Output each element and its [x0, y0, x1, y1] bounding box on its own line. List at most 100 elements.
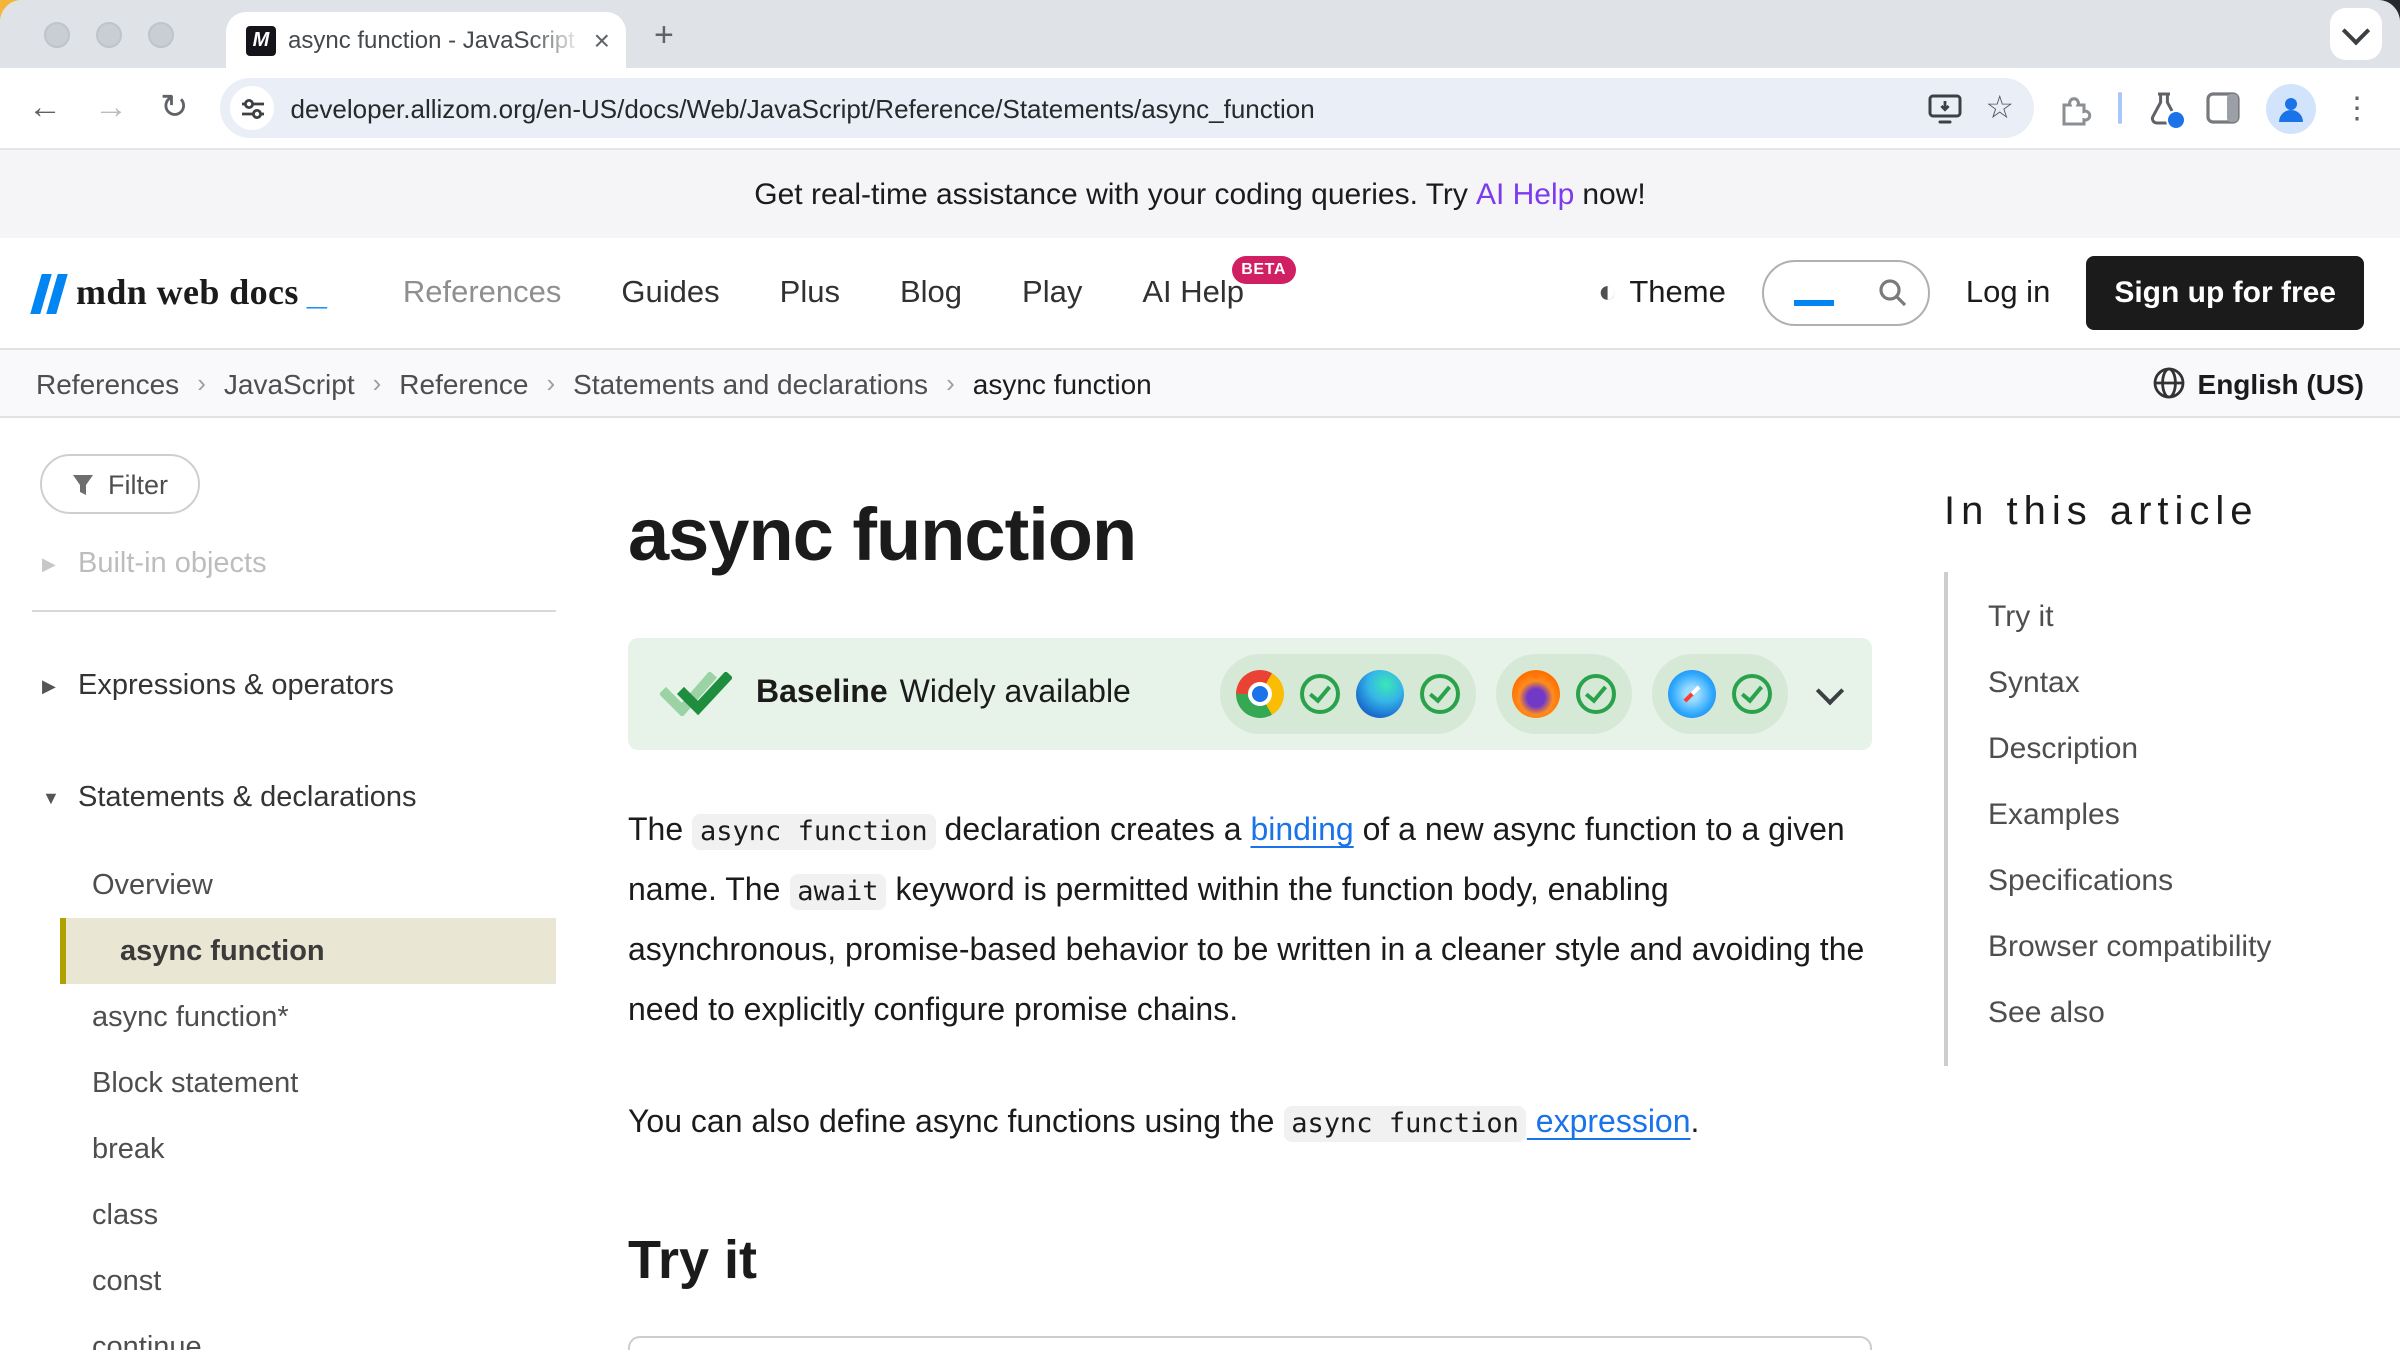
banner-text-after: now! [1582, 177, 1645, 211]
sidebar-item-continue[interactable]: continue [32, 1314, 556, 1350]
sidebar-section-expressions[interactable]: ▶ Expressions & operators [32, 656, 556, 716]
inline-link[interactable]: binding [1250, 814, 1353, 848]
toc-item-examples[interactable]: Examples [1988, 798, 2120, 832]
mdn-logo[interactable]: mdn web docs _ [36, 272, 327, 314]
toc-item-specifications[interactable]: Specifications [1988, 864, 2173, 898]
mdn-wordmark: mdn web docs [76, 272, 299, 314]
baseline-expand-chevron-icon[interactable] [1816, 677, 1844, 705]
inline-text: The [628, 814, 692, 848]
breadcrumb-separator: › [373, 368, 382, 398]
beta-badge: BETA [1231, 255, 1296, 283]
sidebar-filter-button[interactable]: Filter [40, 454, 200, 514]
nav-plus[interactable]: Plus [780, 275, 840, 311]
tab-search-button[interactable] [2330, 8, 2382, 60]
experiments-beaker-icon[interactable] [2148, 91, 2180, 125]
theme-switcher[interactable]: ◐ Theme [1598, 275, 1726, 311]
sidebar-statements-list: Overview async function async function* … [32, 852, 556, 1350]
back-button[interactable]: ← [28, 88, 62, 128]
sidebar-section-statements[interactable]: ▼ Statements & declarations [32, 768, 556, 828]
zoom-window-button[interactable] [148, 21, 174, 47]
site-settings-icon[interactable] [231, 86, 275, 130]
notification-dot [2166, 109, 2186, 129]
mdn-logo-mark-icon [36, 274, 62, 314]
login-link[interactable]: Log in [1966, 275, 2050, 311]
close-window-button[interactable] [44, 21, 70, 47]
sidebar-item-async-function-active[interactable]: async function [60, 918, 556, 984]
baseline-indicator[interactable]: BaselineWidely available [628, 638, 1872, 750]
table-of-contents: In this article Try it Syntax Descriptio… [1944, 418, 2356, 1350]
address-bar[interactable]: developer.allizom.org/en-US/docs/Web/Jav… [221, 78, 2035, 138]
expanded-triangle-icon: ▼ [42, 788, 62, 808]
mdn-logo-underscore: _ [307, 272, 327, 314]
mdn-favicon: M [246, 25, 276, 55]
breadcrumb-item-current[interactable]: async function [973, 367, 1152, 399]
breadcrumb-item[interactable]: Statements and declarations [573, 367, 928, 399]
browser-toolbar: ← → ↻ developer.allizom.org/en-US/docs/W… [0, 68, 2400, 150]
edge-icon [1356, 670, 1404, 718]
toc-item-browser-compatibility[interactable]: Browser compatibility [1988, 930, 2271, 964]
profile-avatar[interactable] [2266, 83, 2316, 133]
nav-references[interactable]: References [403, 275, 562, 311]
inline-link[interactable]: expression [1527, 1106, 1691, 1140]
toolbar-divider [2118, 92, 2122, 124]
toc-item-try-it[interactable]: Try it [1988, 600, 2054, 634]
browser-menu-icon[interactable]: ⋮ [2342, 90, 2372, 126]
sidebar-item-overview[interactable]: Overview [32, 852, 556, 918]
nav-guides[interactable]: Guides [621, 275, 719, 311]
baseline-browser-support [1220, 654, 1840, 734]
extensions-icon[interactable] [2058, 91, 2092, 125]
site-header: mdn web docs _ References Guides Plus Bl… [0, 238, 2400, 348]
sidebar-item-block-statement[interactable]: Block statement [32, 1050, 556, 1116]
page-title: async function [628, 494, 1872, 578]
intro-paragraph: The async function declaration creates a… [628, 802, 1872, 1042]
inline-link[interactable]: async function [1283, 1106, 1527, 1142]
desktop: M async function - JavaScript | × + ← → … [0, 0, 2400, 1350]
url-text[interactable]: developer.allizom.org/en-US/docs/Web/Jav… [291, 93, 1904, 123]
collapsed-triangle-icon: ▶ [42, 553, 62, 575]
breadcrumb-item[interactable]: JavaScript [224, 367, 355, 399]
sidebar-section-built-in-objects[interactable]: ▶ Built-in objects [32, 534, 556, 594]
nav-play[interactable]: Play [1022, 275, 1082, 311]
sidebar: Filter ▶ Built-in objects ▶ Expressions … [32, 418, 556, 1350]
reload-button[interactable]: ↻ [160, 88, 189, 128]
theme-icon: ◐ [1598, 275, 1617, 311]
chevron-down-icon [2342, 17, 2370, 45]
sidebar-item-break[interactable]: break [32, 1116, 556, 1182]
globe-icon [2152, 366, 2186, 400]
filter-funnel-icon [72, 473, 94, 495]
bookmark-star-icon[interactable]: ☆ [1985, 88, 2014, 128]
breadcrumb-separator: › [946, 368, 955, 398]
forward-button[interactable]: → [94, 88, 128, 128]
tab-strip: M async function - JavaScript | × + [0, 0, 2400, 68]
search-icon [1878, 278, 1908, 308]
safari-icon [1668, 670, 1716, 718]
ai-help-link[interactable]: AI Help [1476, 177, 1574, 211]
breadcrumb-item[interactable]: Reference [399, 367, 528, 399]
site-search-input[interactable] [1762, 260, 1930, 326]
language-switcher[interactable]: English (US) [2152, 366, 2364, 400]
new-tab-button[interactable]: + [654, 17, 674, 51]
toc-item-see-also[interactable]: See also [1988, 996, 2105, 1030]
primary-nav: References Guides Plus Blog Play AI Help… [403, 275, 1284, 311]
signup-button[interactable]: Sign up for free [2086, 256, 2364, 330]
sidebar-item-const[interactable]: const [32, 1248, 556, 1314]
install-app-icon[interactable] [1927, 93, 1961, 123]
side-panel-icon[interactable] [2206, 92, 2240, 124]
safari-support-pill [1652, 654, 1788, 734]
nav-blog[interactable]: Blog [900, 275, 962, 311]
minimize-window-button[interactable] [96, 21, 122, 47]
sidebar-item-class[interactable]: class [32, 1182, 556, 1248]
chrome-icon [1236, 670, 1284, 718]
baseline-status-text: BaselineWidely available [756, 676, 1131, 712]
nav-ai-help[interactable]: AI HelpBETA [1142, 275, 1244, 311]
breadcrumb-item[interactable]: References [36, 367, 179, 399]
sidebar-item-async-function-star[interactable]: async function* [32, 984, 556, 1050]
toc-item-description[interactable]: Description [1988, 732, 2138, 766]
tab-close-icon[interactable]: × [594, 26, 610, 54]
browser-tab[interactable]: M async function - JavaScript | × [226, 12, 626, 68]
browser-window: M async function - JavaScript | × + ← → … [0, 0, 2400, 1350]
toc-item-syntax[interactable]: Syntax [1988, 666, 2080, 700]
baseline-logo-icon [660, 672, 732, 716]
tryit-heading: Try it [628, 1230, 1872, 1292]
sidebar-divider [32, 610, 556, 612]
